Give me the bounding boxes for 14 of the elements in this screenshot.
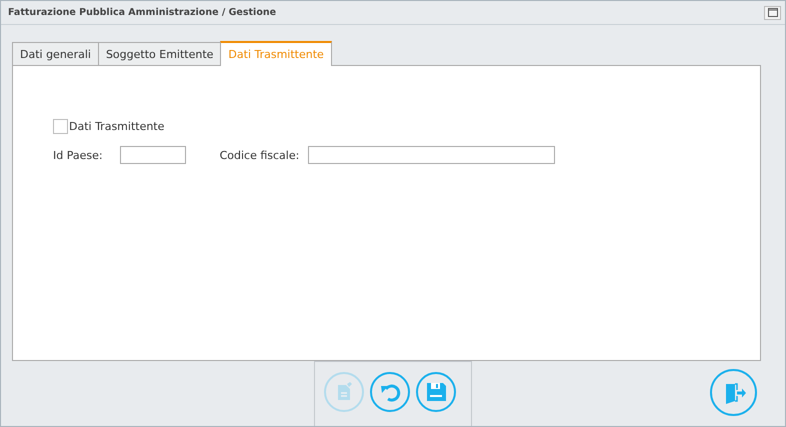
exit-button[interactable] [710,369,757,416]
checkbox-label: Dati Trasmittente [69,120,164,133]
checkbox[interactable] [53,119,68,134]
window-title: Fatturazione Pubblica Amministrazione / Gestione [8,7,276,18]
undo-button[interactable] [370,372,410,412]
maximize-icon [768,8,778,17]
tab[interactable]: Dati generali [12,42,99,65]
input-field[interactable] [120,146,186,164]
field-label: Id Paese: [53,148,103,162]
field-label: Codice fiscale: [220,148,300,162]
maximize-button[interactable] [764,6,781,20]
save-button[interactable] [416,372,456,412]
tab[interactable]: Soggetto Emittente [98,42,222,65]
input-field[interactable] [308,146,556,164]
